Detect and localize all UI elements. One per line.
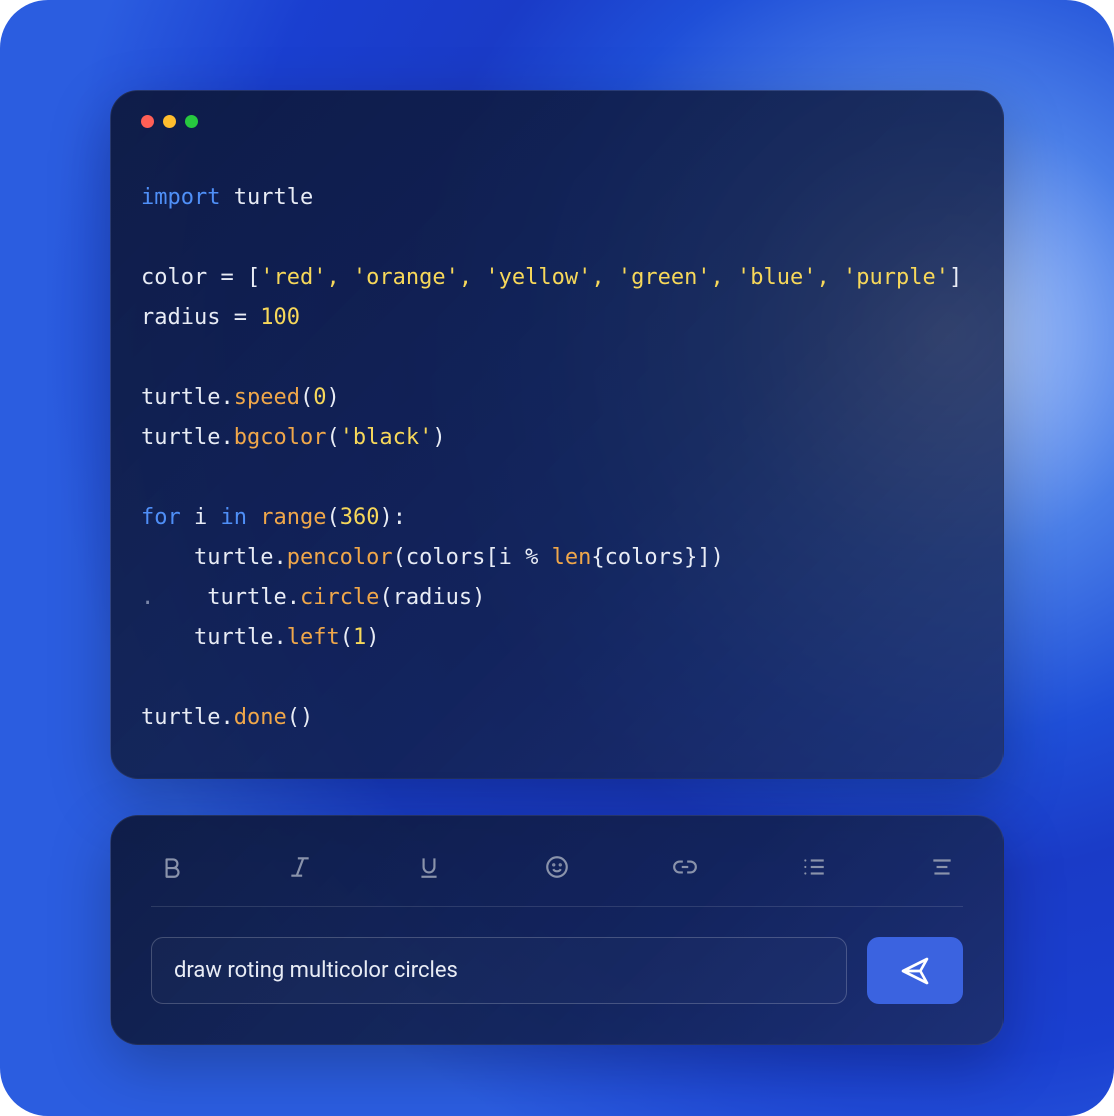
code-line: turtle.pencolor(colors[i % len{colors}]) [141,545,724,570]
code-line: . turtle.circle(radius) [141,585,485,610]
app-canvas: import turtle color = ['red', 'orange', … [0,0,1114,1116]
window-minimize-icon[interactable] [163,115,176,128]
window-maximize-icon[interactable] [185,115,198,128]
code-block: import turtle color = ['red', 'orange', … [141,178,973,738]
link-icon[interactable] [668,852,702,882]
underline-icon[interactable] [412,852,446,882]
code-line: turtle.left(1) [141,625,379,650]
send-icon [899,955,931,987]
code-line: color = ['red', 'orange', 'yellow', 'gre… [141,265,962,290]
formatting-toolbar [151,846,963,907]
list-icon[interactable] [797,852,831,882]
send-button[interactable] [867,937,963,1004]
window-traffic-lights [141,115,973,128]
code-window: import turtle color = ['red', 'orange', … [110,90,1004,779]
input-panel [110,815,1004,1045]
code-line: turtle.bgcolor('black') [141,425,446,450]
code-line: turtle.speed(0) [141,385,340,410]
code-line: import turtle [141,185,313,210]
italic-icon[interactable] [283,852,317,882]
bold-icon[interactable] [155,852,189,882]
code-line: radius = 100 [141,305,300,330]
code-line: turtle.done() [141,705,313,730]
code-line: for i in range(360): [141,505,406,530]
window-close-icon[interactable] [141,115,154,128]
align-icon[interactable] [925,852,959,882]
emoji-icon[interactable] [540,852,574,882]
prompt-input[interactable] [151,937,847,1004]
input-row [151,937,963,1004]
